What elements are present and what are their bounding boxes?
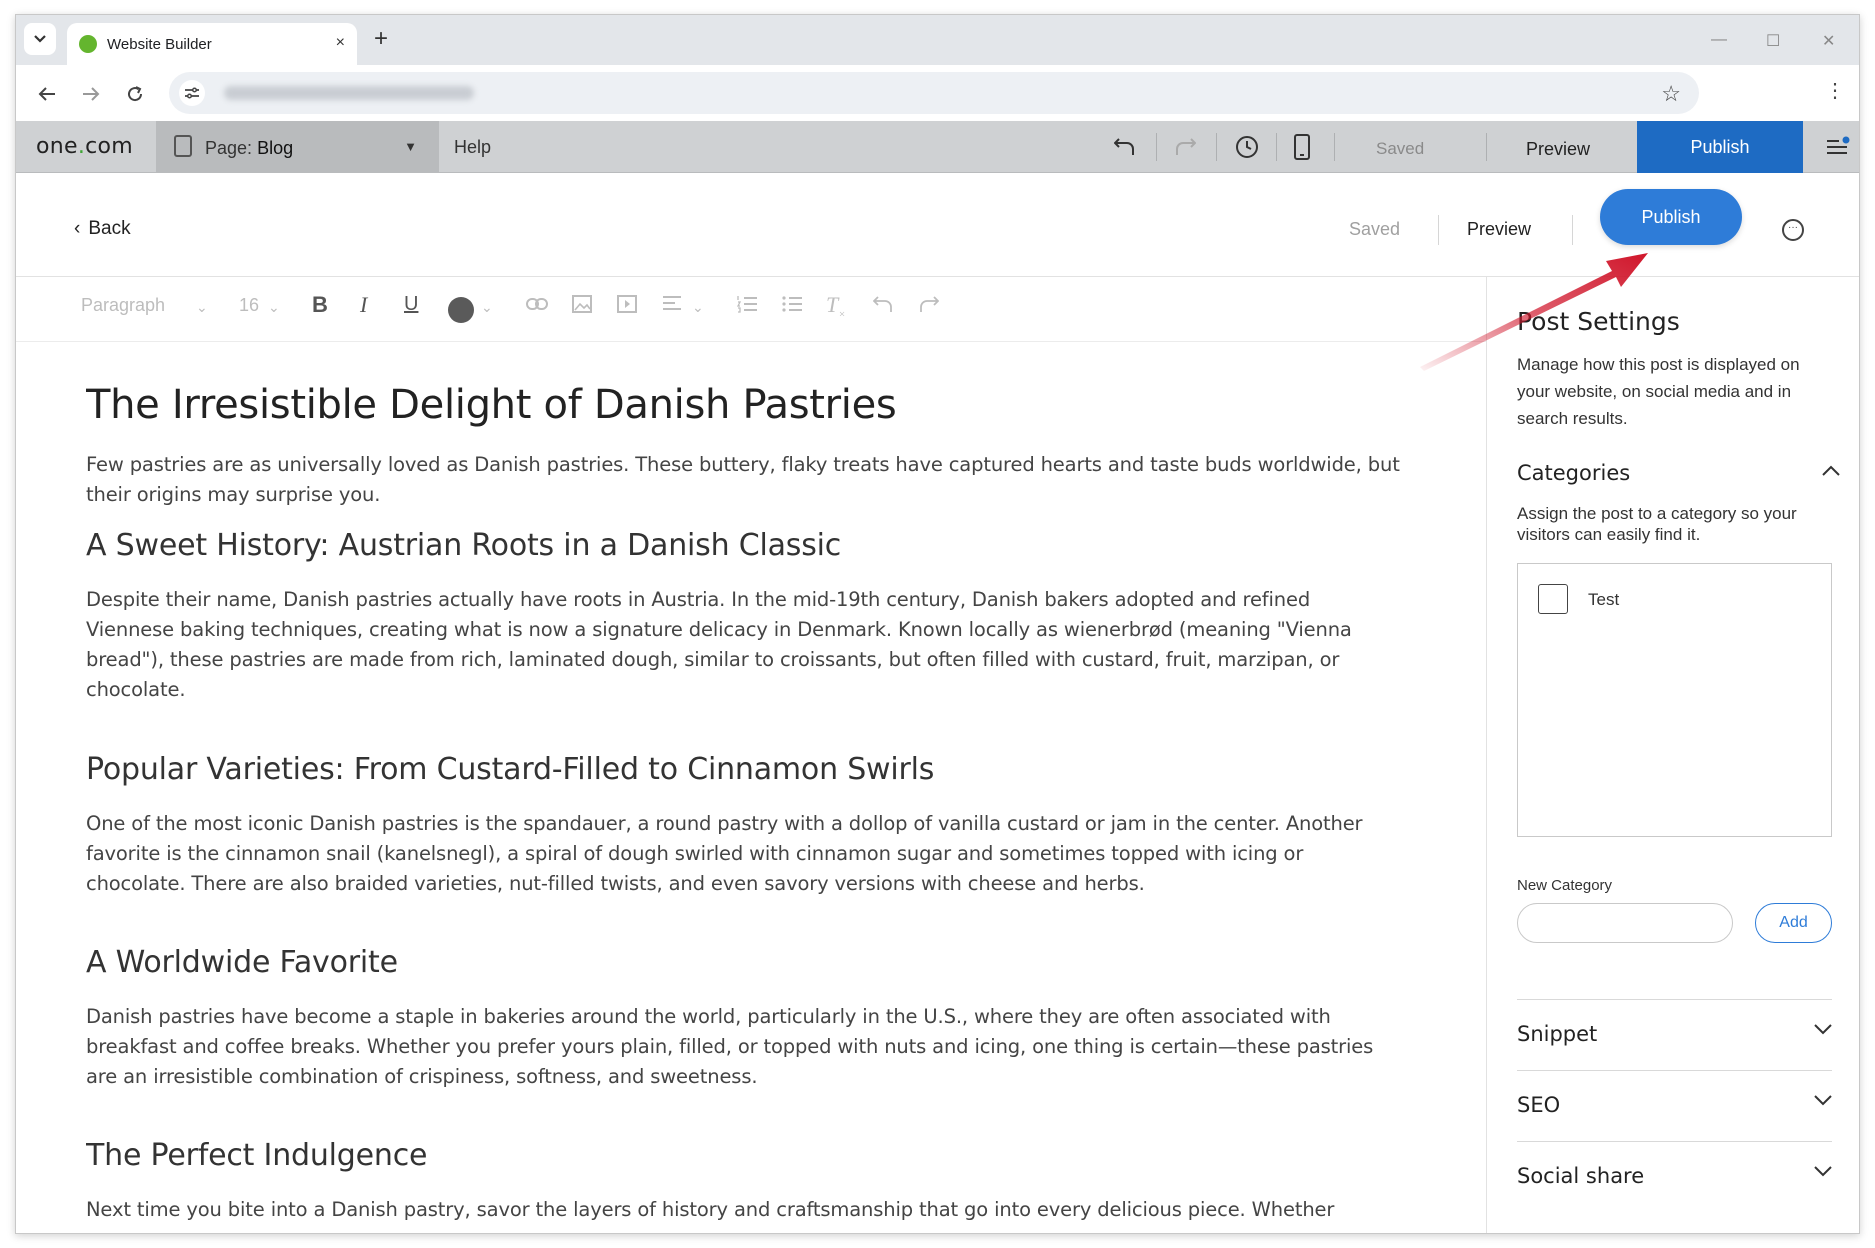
new-category-label: New Category <box>1517 877 1613 894</box>
reload-icon[interactable] <box>124 83 146 105</box>
bookmark-star-icon[interactable]: ☆ <box>1661 81 1681 107</box>
toolbar-publish-button[interactable]: Publish <box>1637 121 1803 173</box>
accordion-label: Snippet <box>1517 1022 1598 1046</box>
bold-button[interactable]: B <box>312 292 328 318</box>
link-icon[interactable] <box>526 295 548 316</box>
logo-text-com: com <box>85 134 134 159</box>
align-caret-icon: ⌄ <box>692 299 704 315</box>
new-category-input[interactable] <box>1517 903 1733 943</box>
browser-tab[interactable]: Website Builder × <box>67 23 357 65</box>
block-style-caret-icon: ⌄ <box>196 299 208 315</box>
tab-close-icon[interactable]: × <box>336 34 345 52</box>
category-checkbox[interactable] <box>1538 584 1568 614</box>
editor-header: ‹ Back Saved Preview Publish ··· <box>16 173 1859 277</box>
page-icon <box>174 135 192 157</box>
align-icon[interactable] <box>662 295 682 316</box>
editor-redo-icon[interactable] <box>919 295 940 318</box>
post-title[interactable]: The Irresistible Delight of Danish Pastr… <box>86 382 897 428</box>
add-category-button[interactable]: Add <box>1755 903 1832 943</box>
logo-text-one: one <box>36 134 78 159</box>
chevron-up-icon[interactable] <box>1822 461 1840 482</box>
section-heading[interactable]: A Worldwide Favorite <box>86 945 398 980</box>
toolbar-saved-status: Saved <box>1376 139 1425 158</box>
section-heading[interactable]: A Sweet History: Austrian Roots in a Dan… <box>86 528 841 563</box>
image-icon[interactable] <box>572 295 592 318</box>
maximize-icon[interactable]: ☐ <box>1766 31 1780 51</box>
publish-button[interactable]: Publish <box>1600 189 1742 245</box>
video-icon[interactable] <box>617 295 637 318</box>
accordion-social-share[interactable]: Social share <box>1517 1141 1832 1211</box>
page-selector[interactable]: Page: Blog ▼ <box>156 121 439 173</box>
text-color-swatch[interactable] <box>448 297 474 323</box>
categories-description: Assign the post to a category so your vi… <box>1517 504 1797 544</box>
underline-button[interactable]: U <box>404 293 418 316</box>
tab-strip: Website Builder × + — ☐ ✕ <box>16 15 1859 65</box>
block-style-select[interactable]: Paragraph <box>81 295 165 316</box>
section-heading[interactable]: Popular Varieties: From Custard-Filled t… <box>86 752 934 787</box>
post-content-editor[interactable]: The Irresistible Delight of Danish Pastr… <box>86 342 1446 1233</box>
forward-arrow-icon[interactable] <box>80 83 102 105</box>
browser-window: Website Builder × + — ☐ ✕ ☆ ⋮ one.com Pa… <box>15 14 1860 1234</box>
back-arrow-icon[interactable] <box>36 83 58 105</box>
address-bar-row: ☆ ⋮ <box>16 65 1859 121</box>
intro-paragraph[interactable]: Few pastries are as universally loved as… <box>86 450 1436 510</box>
tab-title: Website Builder <box>107 36 212 53</box>
font-size-caret-icon: ⌄ <box>268 299 280 315</box>
category-list: Test <box>1517 563 1832 837</box>
accordion-seo[interactable]: SEO <box>1517 1070 1832 1140</box>
formatting-toolbar: Paragraph ⌄ 16 ⌄ B I U ⌄ ⌄ T× <box>16 277 1486 342</box>
url-text-blurred <box>224 86 474 100</box>
back-label: Back <box>88 218 131 239</box>
page-name: Blog <box>257 138 294 158</box>
mobile-view-icon[interactable] <box>1288 133 1316 161</box>
color-caret-icon: ⌄ <box>481 299 493 315</box>
preview-button[interactable]: Preview <box>1467 219 1531 240</box>
clear-format-icon[interactable]: T× <box>826 292 846 320</box>
accordion-snippet[interactable]: Snippet <box>1517 999 1832 1069</box>
post-settings-panel: Post Settings Manage how this post is di… <box>1486 277 1859 1233</box>
chevron-left-icon: ‹ <box>74 218 81 239</box>
section-heading[interactable]: The Perfect Indulgence <box>86 1138 427 1173</box>
hamburger-menu-icon[interactable] <box>1825 135 1851 157</box>
accordion-label: SEO <box>1517 1093 1561 1117</box>
new-tab-button[interactable]: + <box>374 27 388 51</box>
accordion-label: Social share <box>1517 1164 1645 1188</box>
italic-button[interactable]: I <box>360 292 367 318</box>
chevron-down-icon <box>1814 1022 1832 1040</box>
categories-header[interactable]: Categories <box>1517 461 1630 485</box>
browser-menu-icon[interactable]: ⋮ <box>1825 81 1845 101</box>
undo-icon[interactable] <box>1111 133 1139 161</box>
redo-icon[interactable] <box>1171 133 1199 161</box>
numbered-list-icon[interactable] <box>736 295 758 318</box>
chevron-down-icon <box>1814 1093 1832 1111</box>
window-close-icon[interactable]: ✕ <box>1822 31 1835 51</box>
bullet-list-icon[interactable] <box>781 295 803 318</box>
section-paragraph[interactable]: Despite their name, Danish pastries actu… <box>86 585 1436 705</box>
toolbar-preview-button[interactable]: Preview <box>1526 139 1590 160</box>
history-icon[interactable] <box>1233 133 1261 161</box>
section-paragraph[interactable]: One of the most iconic Danish pastries i… <box>86 809 1436 899</box>
favicon-icon <box>79 35 97 53</box>
saved-status: Saved <box>1349 219 1401 239</box>
chevron-down-icon <box>1814 1164 1832 1182</box>
page-prefix: Page: <box>205 138 253 158</box>
chevron-down-icon <box>34 35 46 43</box>
back-button[interactable]: ‹ Back <box>74 218 131 240</box>
editor-undo-icon[interactable] <box>872 295 893 318</box>
url-bar[interactable]: ☆ <box>169 72 1699 114</box>
caret-down-icon: ▼ <box>404 139 417 154</box>
post-settings-description: Manage how this post is displayed on you… <box>1517 355 1800 428</box>
onecom-logo[interactable]: one.com <box>36 134 133 159</box>
tab-list-button[interactable] <box>24 23 56 55</box>
category-label[interactable]: Test <box>1588 590 1619 610</box>
section-paragraph[interactable]: Danish pastries have become a staple in … <box>86 1002 1436 1092</box>
help-menu[interactable]: Help <box>454 137 491 158</box>
more-options-icon[interactable]: ··· <box>1782 219 1804 241</box>
section-paragraph[interactable]: Next time you bite into a Danish pastry,… <box>86 1195 1436 1225</box>
builder-toolbar: one.com Page: Blog ▼ Help Saved Preview … <box>16 121 1859 173</box>
post-settings-title: Post Settings <box>1517 307 1680 336</box>
font-size-select[interactable]: 16 <box>239 295 259 316</box>
site-info-icon[interactable] <box>179 80 205 106</box>
minimize-icon[interactable]: — <box>1711 31 1727 49</box>
